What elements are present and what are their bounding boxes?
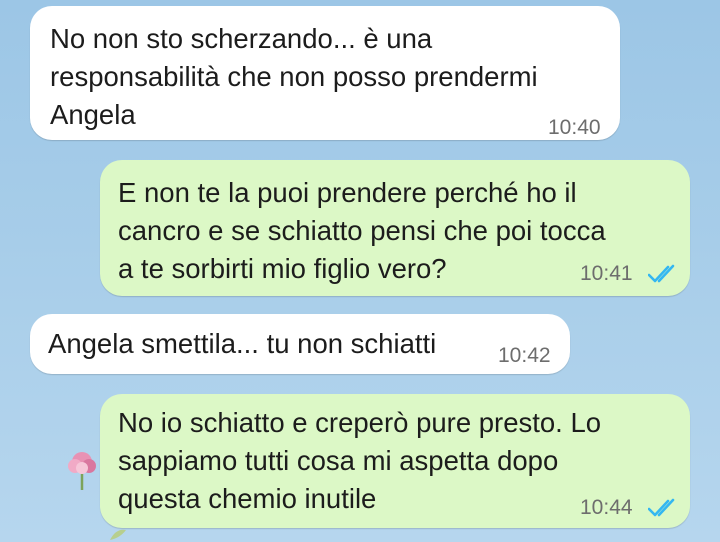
- message-time: 10:42: [498, 344, 551, 367]
- message-time: 10:40: [548, 116, 601, 139]
- flower-decoration-icon: [68, 452, 96, 490]
- message-bubble-incoming[interactable]: No non sto scherzando... è una responsab…: [30, 6, 620, 140]
- message-bubble-outgoing[interactable]: No io schiatto e creperò pure presto. Lo…: [100, 394, 690, 528]
- message-time: 10:41: [580, 262, 633, 285]
- leaf-decoration-icon: [110, 529, 126, 540]
- message-text: E non te la puoi prendere perché ho il c…: [118, 177, 606, 284]
- message-text: No io schiatto e creperò pure presto. Lo…: [118, 407, 602, 514]
- message-time: 10:44: [580, 496, 633, 519]
- message-text: Angela smettila... tu non schiatti: [48, 328, 437, 359]
- message-bubble-outgoing[interactable]: E non te la puoi prendere perché ho il c…: [100, 160, 690, 296]
- double-check-icon: [648, 498, 675, 517]
- message-text: No non sto scherzando... è una responsab…: [50, 23, 538, 130]
- double-check-icon: [648, 264, 675, 283]
- message-bubble-incoming[interactable]: Angela smettila... tu non schiatti 10:42: [30, 314, 570, 374]
